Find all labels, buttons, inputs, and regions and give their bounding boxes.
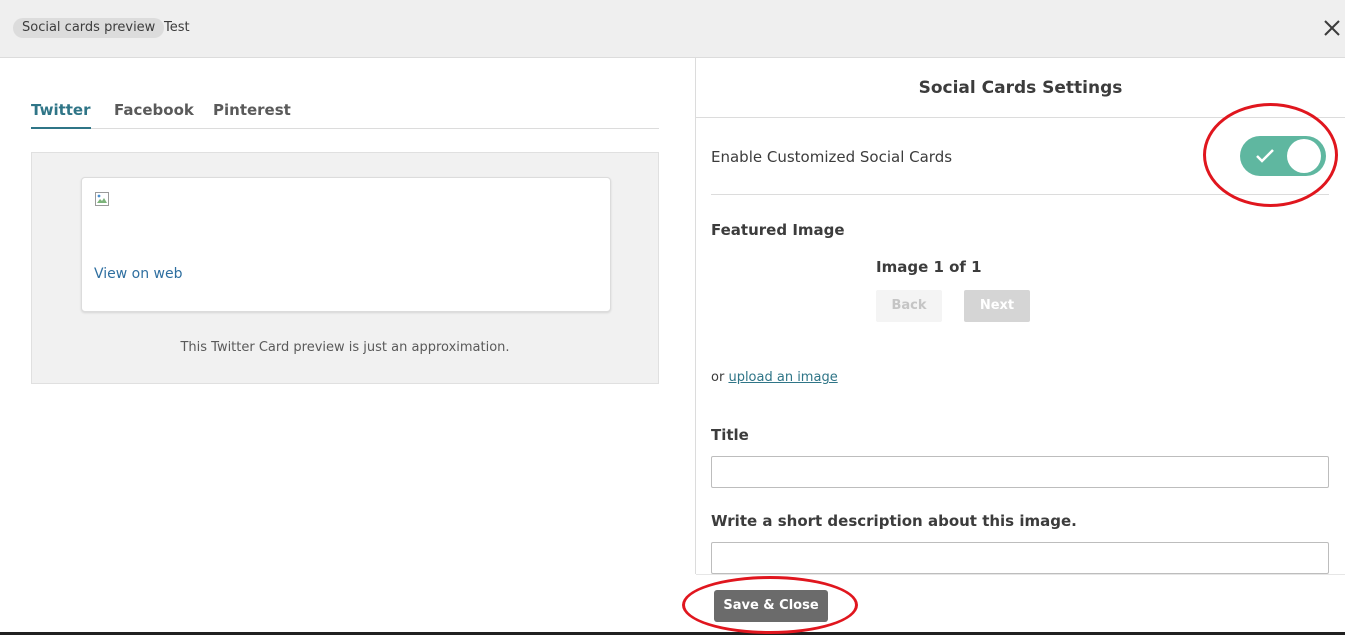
preview-disclaimer: This Twitter Card preview is just an app…: [180, 340, 510, 355]
title-input[interactable]: [711, 456, 1329, 488]
footer-divider: [696, 574, 1345, 575]
view-on-web-link[interactable]: View on web: [94, 266, 183, 282]
broken-image-icon: [95, 192, 109, 206]
modal-header: Social cards preview Test: [0, 0, 1345, 58]
annotation-ellipse-toggle: [1203, 103, 1338, 207]
upload-line: or upload an image: [711, 370, 838, 385]
close-icon[interactable]: [1321, 17, 1343, 39]
description-label: Write a short description about this ima…: [711, 512, 1077, 530]
twitter-card-preview: View on web This Twitter Card preview is…: [31, 152, 659, 384]
enable-social-cards-label: Enable Customized Social Cards: [711, 148, 953, 166]
upload-image-link[interactable]: upload an image: [728, 370, 837, 385]
social-card: View on web: [81, 177, 611, 312]
image-counter: Image 1 of 1: [876, 258, 982, 276]
breadcrumb-current: Test: [164, 20, 190, 35]
preview-pane: Twitter Facebook Pinterest View on web T…: [0, 58, 696, 635]
breadcrumb-social-cards-preview[interactable]: Social cards preview: [13, 18, 165, 38]
featured-image-label: Featured Image: [711, 221, 845, 239]
upload-prefix: or: [711, 370, 725, 385]
tab-pinterest[interactable]: Pinterest: [213, 101, 291, 129]
title-label: Title: [711, 426, 749, 444]
next-button[interactable]: Next: [964, 290, 1030, 322]
annotation-ellipse-save: [682, 576, 858, 634]
network-tabs: Twitter Facebook Pinterest: [31, 101, 659, 129]
tab-facebook[interactable]: Facebook: [114, 101, 194, 129]
back-button[interactable]: Back: [876, 290, 942, 322]
description-input[interactable]: [711, 542, 1329, 574]
tab-twitter[interactable]: Twitter: [31, 101, 91, 129]
